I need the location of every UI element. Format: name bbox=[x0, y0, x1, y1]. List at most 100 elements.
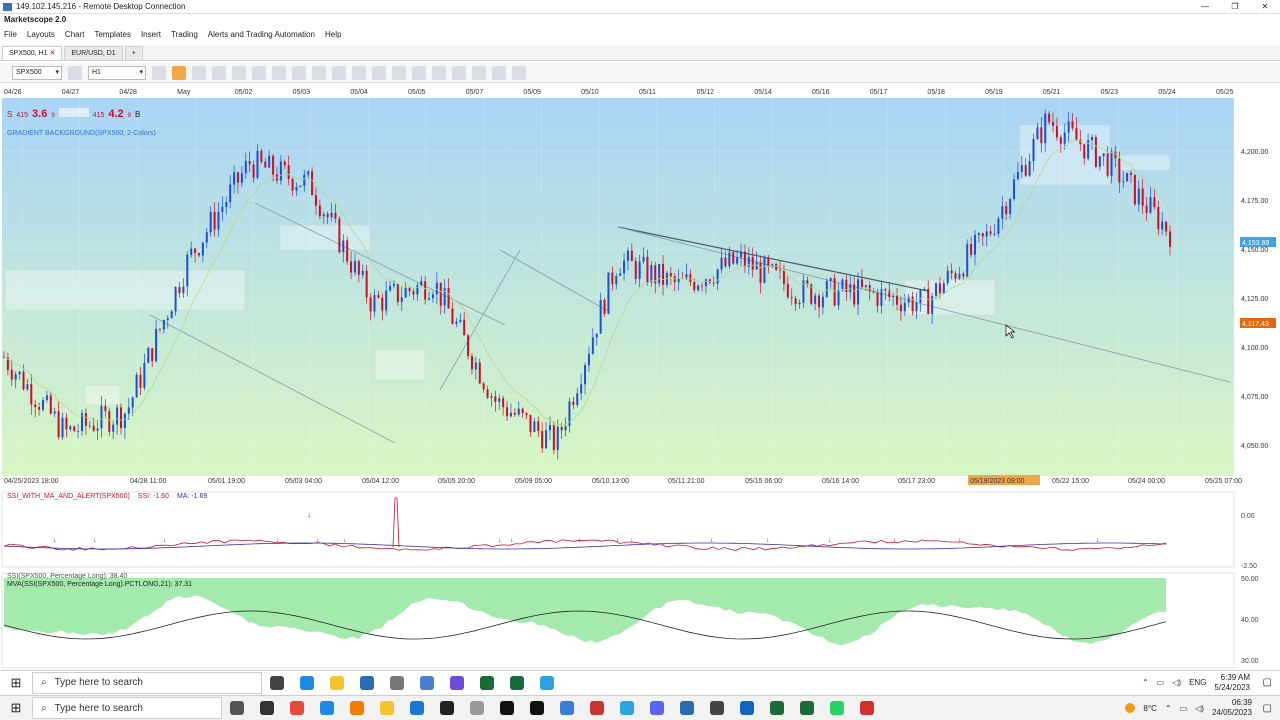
folder-icon[interactable] bbox=[380, 701, 394, 715]
notification-icon[interactable]: ▢ bbox=[1263, 677, 1272, 688]
timeframe-select[interactable]: H1 bbox=[88, 65, 146, 80]
globe-icon[interactable] bbox=[312, 65, 326, 80]
notification-icon[interactable]: ▢ bbox=[1263, 703, 1272, 714]
app-icon[interactable] bbox=[420, 675, 434, 690]
alert-arrow-icon: ↓ bbox=[1096, 537, 1100, 544]
chrome-icon[interactable] bbox=[290, 701, 304, 715]
signal-icon[interactable] bbox=[392, 65, 406, 80]
app-icon[interactable] bbox=[390, 675, 404, 690]
app-icon[interactable] bbox=[470, 701, 484, 715]
indicators-icon[interactable] bbox=[512, 65, 526, 80]
edge-icon[interactable] bbox=[320, 701, 334, 715]
minimize-icon[interactable]: — bbox=[1190, 0, 1220, 14]
instrument-select[interactable]: SPX500 bbox=[12, 65, 62, 80]
windows-start-icon[interactable]: ⊞ bbox=[0, 671, 32, 695]
search-box-local[interactable]: ⌕ Type here to search bbox=[32, 697, 222, 719]
app-icon[interactable] bbox=[440, 701, 454, 715]
edge-icon[interactable] bbox=[300, 675, 314, 690]
shape-icon[interactable] bbox=[472, 65, 486, 80]
lot-input[interactable] bbox=[58, 108, 89, 117]
zoom-icon[interactable] bbox=[252, 65, 266, 80]
alert-arrow-icon: ↓ bbox=[893, 537, 897, 544]
lines-icon[interactable] bbox=[412, 65, 426, 80]
task-view-icon[interactable] bbox=[270, 675, 284, 690]
discord-icon[interactable] bbox=[650, 701, 664, 715]
tab-spx500[interactable]: SPX500, H1 ✕ bbox=[2, 46, 63, 60]
restore-icon[interactable]: ❐ bbox=[1220, 0, 1250, 14]
trendline-icon[interactable] bbox=[432, 65, 446, 80]
candle-body bbox=[342, 240, 345, 253]
windows-start-icon[interactable]: ⊞ bbox=[0, 696, 32, 720]
volume-icon[interactable]: ◁) bbox=[1195, 704, 1204, 713]
menu-layouts[interactable]: Layouts bbox=[27, 30, 55, 39]
network-icon[interactable]: ▭ bbox=[1180, 704, 1188, 713]
add-tab-button[interactable]: + bbox=[124, 46, 143, 60]
app-icon[interactable] bbox=[560, 701, 574, 715]
clock[interactable]: 6:39 AM 5/24/2023 bbox=[1214, 673, 1250, 693]
close-tab-icon[interactable]: ✕ bbox=[49, 50, 55, 57]
clock-local[interactable]: 06:39 24/05/2023 bbox=[1212, 698, 1252, 718]
fib-icon[interactable] bbox=[452, 65, 466, 80]
sell-pips[interactable]: 3.6 bbox=[32, 108, 47, 120]
language-indicator[interactable]: ENG bbox=[1189, 678, 1206, 687]
tray-chevron-icon[interactable]: ⌃ bbox=[1142, 678, 1149, 687]
telegram-icon[interactable] bbox=[620, 701, 634, 715]
telegram-icon[interactable] bbox=[540, 675, 554, 690]
buy-pips[interactable]: 4.2 bbox=[108, 108, 123, 120]
marketscope-icon[interactable] bbox=[360, 675, 374, 690]
candle-body bbox=[174, 287, 177, 312]
firefox-icon[interactable] bbox=[350, 701, 364, 715]
bottom-date-label: 05/04 12:00 bbox=[362, 478, 399, 485]
tab-eurusd[interactable]: EUR/USD, D1 bbox=[64, 46, 123, 60]
app-icon[interactable] bbox=[770, 701, 784, 715]
menu-insert[interactable]: Insert bbox=[141, 30, 161, 39]
volume-icon[interactable]: ◁) bbox=[1172, 678, 1181, 687]
network-icon[interactable]: ▭ bbox=[1157, 678, 1165, 687]
app-icon[interactable] bbox=[500, 701, 514, 715]
ssi-panel-header: SSI_WITH_MA_AND_ALERT(SPX500) SSI: -1.60… bbox=[7, 493, 207, 500]
pencil-icon[interactable] bbox=[332, 65, 346, 80]
layout-icon[interactable] bbox=[372, 65, 386, 80]
app-icon[interactable] bbox=[530, 701, 544, 715]
menu-chart[interactable]: Chart bbox=[65, 30, 85, 39]
mail-icon[interactable] bbox=[410, 701, 424, 715]
app-icon[interactable] bbox=[480, 675, 494, 690]
search-icon: ⌕ bbox=[41, 702, 47, 714]
remote-desktop-icon[interactable] bbox=[680, 701, 694, 715]
menu-alerts[interactable]: Alerts and Trading Automation bbox=[208, 30, 315, 39]
weather-icon bbox=[1125, 703, 1136, 713]
candles-icon[interactable] bbox=[152, 65, 166, 80]
zoom-in-icon[interactable] bbox=[212, 65, 226, 80]
task-view-icon[interactable] bbox=[260, 701, 274, 715]
chart-type-icon[interactable] bbox=[68, 65, 82, 80]
tray-chevron-icon[interactable]: ⌃ bbox=[1165, 704, 1172, 713]
app-icon[interactable] bbox=[800, 701, 814, 715]
app-icon[interactable] bbox=[510, 675, 524, 690]
zoom-out-icon[interactable] bbox=[232, 65, 246, 80]
menu-templates[interactable]: Templates bbox=[94, 30, 130, 39]
app-icon[interactable] bbox=[740, 701, 754, 715]
image-icon[interactable] bbox=[352, 65, 366, 80]
ssi-panel[interactable] bbox=[1, 491, 1235, 568]
candle-body bbox=[759, 262, 762, 283]
app-icon[interactable] bbox=[710, 701, 724, 715]
close-icon[interactable]: ✕ bbox=[1250, 0, 1280, 14]
app-icon[interactable] bbox=[450, 675, 464, 690]
app-icon[interactable] bbox=[590, 701, 604, 715]
menu-help[interactable]: Help bbox=[325, 30, 341, 39]
menu-file[interactable]: File bbox=[4, 30, 17, 39]
quote-widget[interactable]: S 415 3.6 9 415 4.2 9 B bbox=[7, 108, 140, 120]
search-box[interactable]: ⌕ Type here to search bbox=[32, 671, 262, 694]
eraser-icon[interactable] bbox=[492, 65, 506, 80]
bar-style-icon[interactable] bbox=[172, 65, 186, 80]
whatsapp-icon[interactable] bbox=[830, 701, 844, 715]
refresh-icon[interactable] bbox=[292, 65, 306, 80]
fit-icon[interactable] bbox=[272, 65, 286, 80]
bottom-date-label: 05/05 20:00 bbox=[438, 478, 475, 485]
graduation-cap-icon[interactable] bbox=[230, 701, 244, 715]
crosshair-icon[interactable] bbox=[192, 65, 206, 80]
folder-icon[interactable] bbox=[330, 675, 344, 690]
menu-trading[interactable]: Trading bbox=[171, 30, 198, 39]
app-icon[interactable] bbox=[860, 701, 874, 715]
candle-body bbox=[459, 319, 462, 322]
